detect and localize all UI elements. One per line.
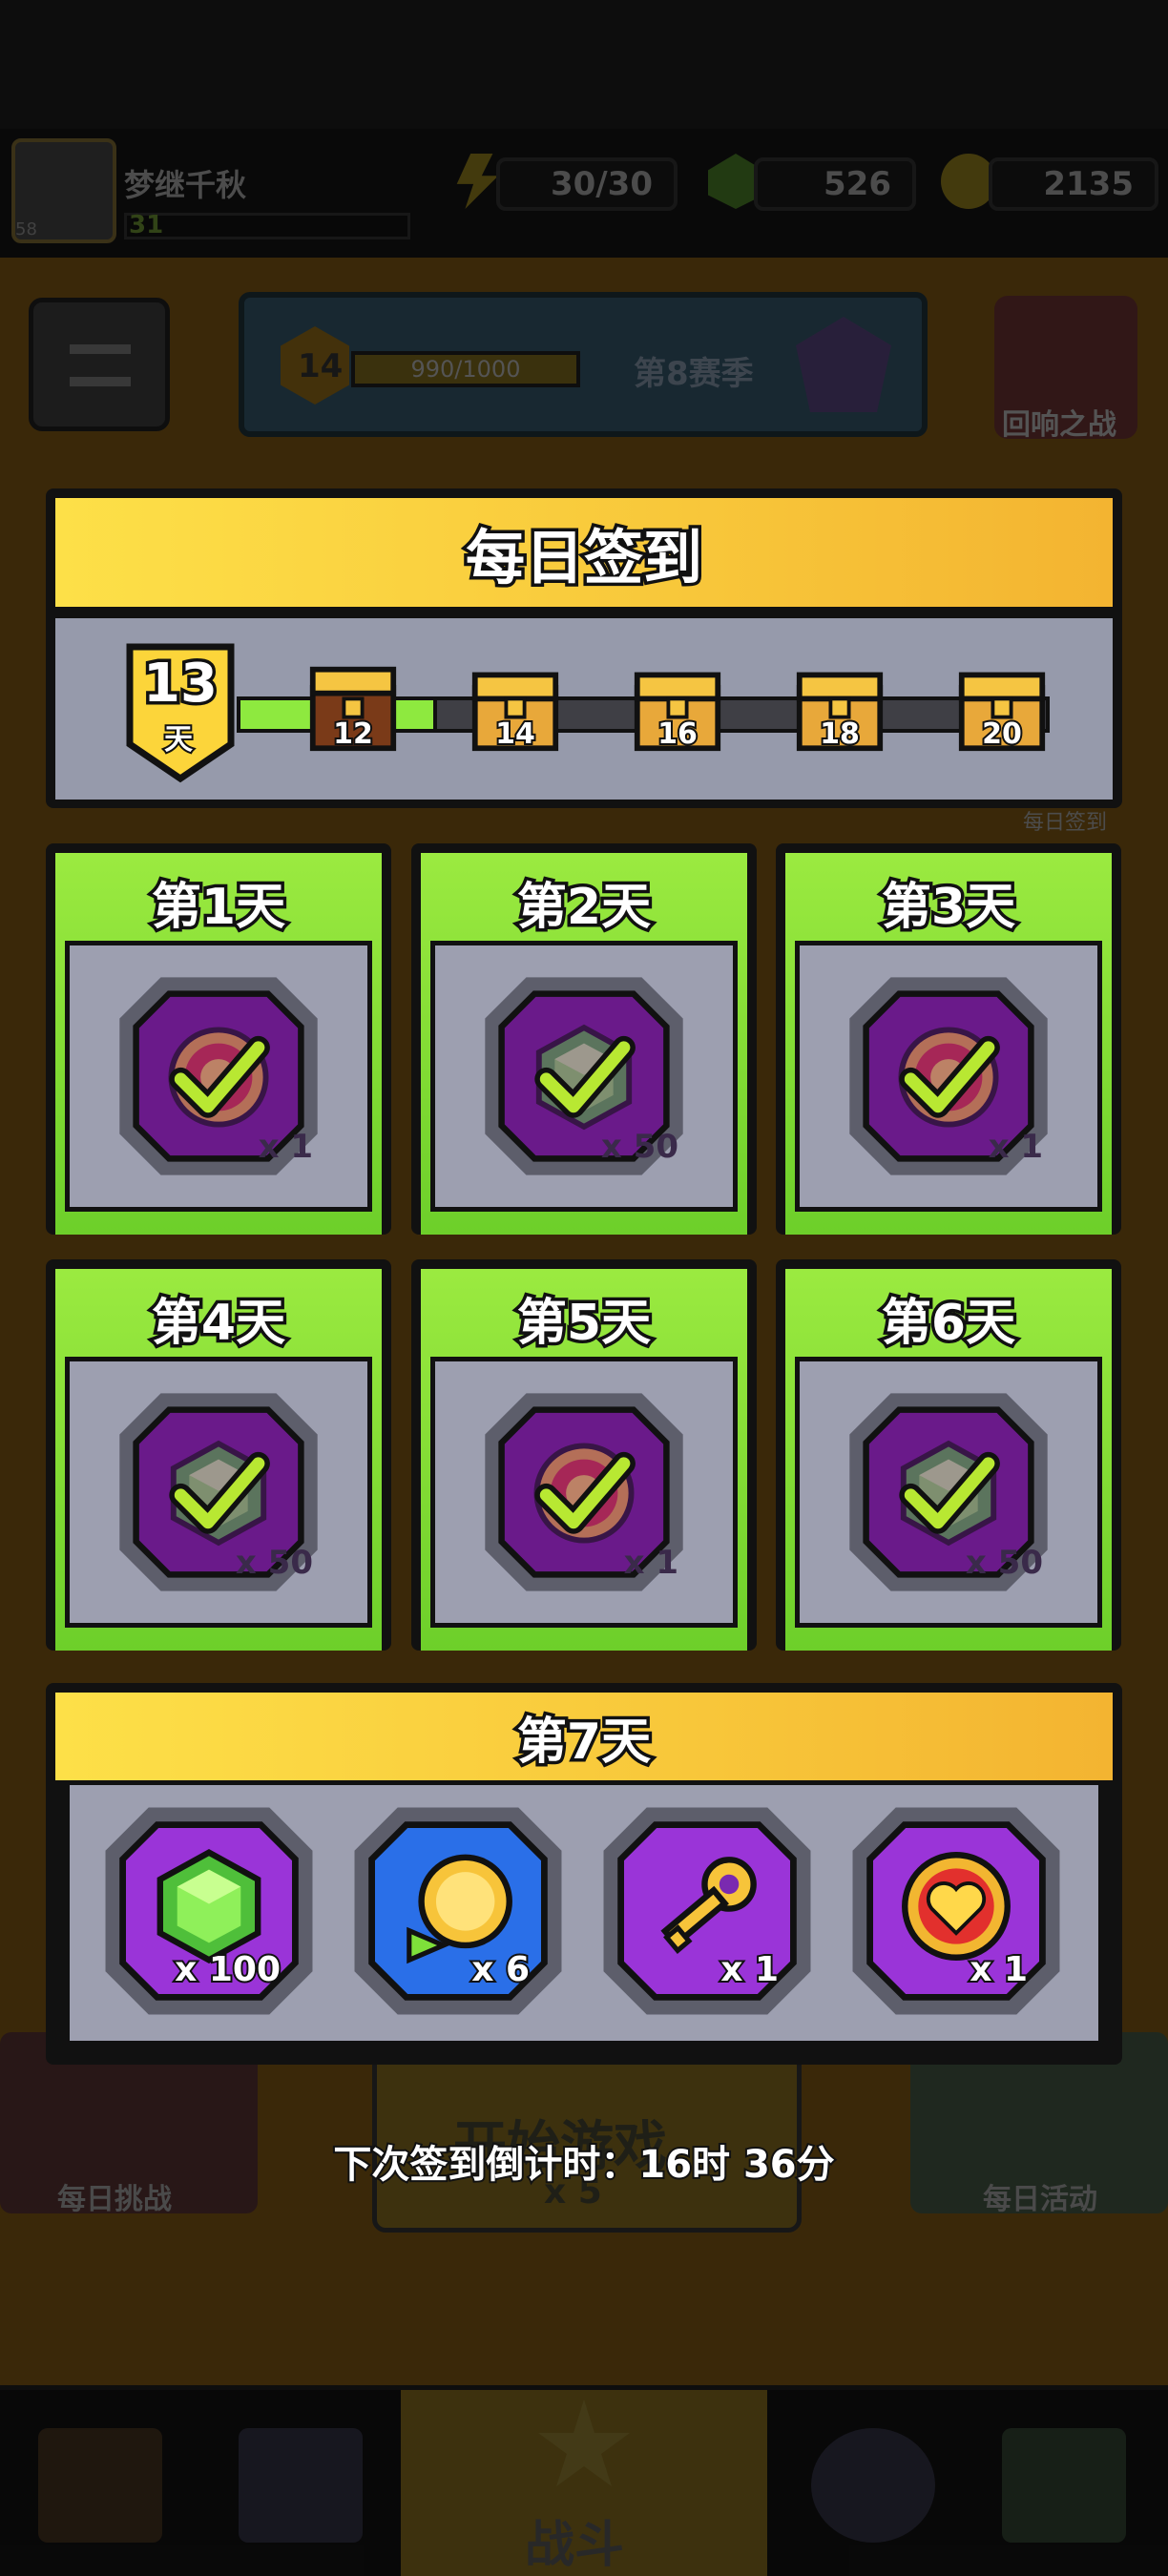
milestone-day: 18 [818, 716, 862, 753]
day7-reward-qty: x 6 [469, 1948, 532, 1991]
milestone-chest-12[interactable]: 12 [307, 662, 399, 754]
reward-qty: x 50 [600, 1128, 678, 1166]
day7-label: 第7天 [513, 1710, 654, 1774]
reward-qty: x 1 [988, 1128, 1043, 1166]
day-card[interactable]: 第5天 x 1 [411, 1259, 757, 1651]
day-label: 第5天 [513, 1292, 654, 1356]
day-card[interactable]: 第4天 x 50 [46, 1259, 391, 1651]
day7-reward-qty: x 1 [719, 1948, 781, 1991]
day-label: 第4天 [148, 1292, 288, 1356]
coin-refresh-icon [407, 1854, 512, 1964]
milestone-chest-20[interactable]: 20 [956, 662, 1048, 754]
day-card[interactable]: 第1天 x 1 [46, 843, 391, 1235]
reward-qty: x 50 [965, 1544, 1043, 1582]
checkmark-icon [169, 1035, 270, 1118]
milestone-chest-18[interactable]: 18 [794, 662, 886, 754]
reward-qty: x 1 [258, 1128, 313, 1166]
dialog-title: 每日签到 [462, 520, 705, 596]
checkmark-icon [534, 1035, 636, 1118]
checkmark-icon [169, 1451, 270, 1534]
streak-days: 13 [140, 650, 221, 718]
day7-header: 第7天 [55, 1693, 1113, 1780]
key-icon [660, 1857, 757, 1954]
day-label: 第6天 [878, 1292, 1018, 1356]
day-label: 第3天 [878, 876, 1018, 940]
day-label: 第2天 [513, 876, 654, 940]
next-checkin-countdown: 下次签到倒计时：16时 36分 [331, 2141, 836, 2189]
reward-qty: x 1 [623, 1544, 678, 1582]
day-card[interactable]: 第6天 x 50 [776, 1259, 1121, 1651]
milestone-chest-16[interactable]: 16 [632, 662, 723, 754]
day-card[interactable]: 第2天 x 50 [411, 843, 757, 1235]
reward-qty: x 50 [235, 1544, 313, 1582]
status-bar [0, 0, 1168, 129]
heart-badge-icon [902, 1852, 1011, 1961]
streak-unit: 天 [162, 721, 195, 758]
milestone-day: 16 [656, 716, 699, 753]
milestone-chest-14[interactable]: 14 [469, 662, 561, 754]
day-card[interactable]: 第3天 x 1 [776, 843, 1121, 1235]
dialog-header: 每日签到 [55, 498, 1113, 613]
checkmark-icon [899, 1451, 1000, 1534]
day-label: 第1天 [148, 876, 288, 940]
milestone-day: 12 [331, 716, 375, 753]
gem-icon [156, 1849, 261, 1963]
milestone-day: 20 [980, 716, 1024, 753]
day7-reward-qty: x 1 [968, 1948, 1030, 1991]
checkmark-icon [899, 1035, 1000, 1118]
day7-reward-qty: x 100 [173, 1948, 282, 1991]
milestone-day: 14 [493, 716, 537, 753]
checkmark-icon [534, 1451, 636, 1534]
